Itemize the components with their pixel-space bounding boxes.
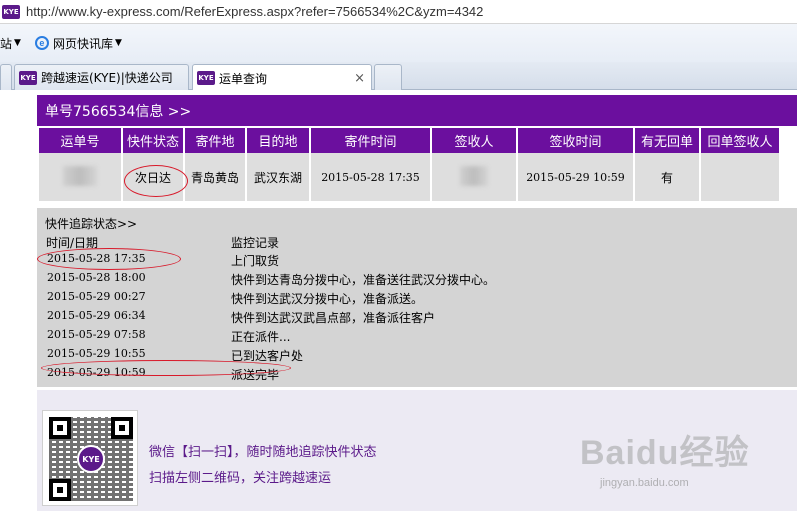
event-time: 2015-05-29 06:34 (47, 309, 146, 322)
web-slice-gallery-label: 网页快讯库 (52, 36, 113, 51)
wechat-qr-code: KYE (42, 410, 138, 506)
qr-finder (49, 417, 71, 439)
event-record: 上门取货 (231, 254, 280, 268)
favorites-bar: 站 ▼ e 网页快讯库 ▼ (0, 24, 797, 62)
event-time: 2015-05-28 18:00 (47, 271, 146, 284)
tab-label: 运单查询 (219, 71, 268, 86)
url-text[interactable]: http://www.ky-express.com/ReferExpress.a… (26, 4, 483, 19)
table-header-row: 运单号 快件状态 寄件地 目的地 寄件时间 签收人 签收时间 有无回单 回单签收… (39, 128, 779, 153)
event-record: 快件到达青岛分拨中心，准备送往武汉分拨中心。 (231, 273, 496, 287)
status-annotation-ellipse (124, 165, 188, 197)
event-record: 正在派件... (231, 330, 291, 344)
col-send-time: 寄件时间 (311, 128, 430, 153)
tab-kye-home[interactable]: KYE 跨越速运(KYE)|快递公司 (14, 64, 189, 90)
wechat-scan-text: 微信【扫一扫】，随时随地追踪快件状态 (149, 445, 377, 460)
redacted-waybill (63, 165, 97, 186)
waybill-header: 单号7566534信息 >> (37, 95, 797, 126)
col-signer: 签收人 (432, 128, 516, 153)
cell-has-receipt: 有 (635, 153, 699, 201)
cell-origin: 青岛黄岛 (185, 153, 245, 201)
event-time: 2015-05-29 10:55 (47, 347, 146, 360)
qr-finder (49, 479, 71, 501)
cell-sign-time: 2015-05-29 10:59 (518, 153, 633, 201)
address-bar[interactable]: KYE http://www.ky-express.com/ReferExpre… (0, 0, 797, 24)
tracking-col-record: 监控记录 (231, 236, 280, 250)
list-item: 2015-05-29 00:27 快件到达武汉分拨中心，准备派送。 (37, 289, 797, 308)
close-icon[interactable]: × (354, 71, 365, 86)
pickup-annotation-ellipse (37, 248, 181, 270)
col-has-receipt: 有无回单 (635, 128, 699, 153)
cell-send-time: 2015-05-28 17:35 (311, 153, 430, 201)
event-record: 快件到达武汉武昌点部，准备派往客户 (231, 311, 436, 325)
event-time: 2015-05-29 00:27 (47, 290, 146, 303)
site-favicon-icon: KYE (2, 4, 20, 19)
watermark-url: jingyan.baidu.com (600, 477, 689, 489)
ie-icon: e (34, 36, 49, 50)
favorites-site-menu[interactable]: 站 ▼ (0, 35, 21, 52)
col-receipt-signer: 回单签收人 (701, 128, 779, 153)
tab-label: 跨越速运(KYE)|快递公司 (41, 71, 173, 85)
waybill-title: 单号7566534信息 >> (45, 103, 192, 120)
chevron-down-icon: ▼ (114, 38, 122, 48)
site-favicon-icon: KYE (19, 70, 37, 85)
new-tab-button[interactable] (374, 64, 402, 90)
col-waybill: 运单号 (39, 128, 121, 153)
cell-signer (432, 153, 516, 201)
qr-finder (111, 417, 133, 439)
kye-logo-icon: KYE (77, 445, 105, 473)
watermark-brand: Baidu经验 (580, 434, 750, 472)
list-item: 2015-05-29 07:58 正在派件... (37, 327, 797, 346)
baidu-watermark: Baidu经验 jingyan.baidu.com (580, 425, 790, 495)
list-item: 2015-05-29 06:34 快件到达武汉武昌点部，准备派往客户 (37, 308, 797, 327)
redacted-signer (460, 165, 488, 186)
col-destination: 目的地 (247, 128, 309, 153)
site-favicon-icon: KYE (197, 71, 215, 85)
favorites-site-label: 站 (0, 36, 13, 51)
web-slice-gallery-button[interactable]: e 网页快讯库 ▼ (34, 35, 122, 52)
cell-destination: 武汉东湖 (247, 153, 309, 201)
follow-text: 扫描左侧二维码，关注跨越速运 (149, 471, 332, 486)
cell-waybill (39, 153, 121, 201)
tab-partial[interactable] (0, 64, 12, 90)
col-sign-time: 签收时间 (518, 128, 633, 153)
tracking-panel: 快件追踪状态>> 时间/日期 监控记录 2015-05-28 17:35 上门取… (37, 208, 797, 387)
left-margin (0, 90, 36, 387)
chevron-down-icon: ▼ (14, 38, 21, 48)
tab-bar: KYE 跨越速运(KYE)|快递公司 KYE 运单查询 × (0, 62, 797, 91)
event-record: 快件到达武汉分拨中心，准备派送。 (231, 292, 424, 306)
col-status: 快件状态 (123, 128, 183, 153)
col-origin: 寄件地 (185, 128, 245, 153)
cell-receipt-signer (701, 153, 779, 201)
list-item: 2015-05-28 18:00 快件到达青岛分拨中心，准备送往武汉分拨中心。 (37, 270, 797, 289)
tab-waybill-query[interactable]: KYE 运单查询 × (192, 64, 372, 91)
tracking-title: 快件追踪状态>> (45, 217, 138, 231)
event-time: 2015-05-29 07:58 (47, 328, 146, 341)
delivered-annotation-ellipse (41, 360, 291, 376)
